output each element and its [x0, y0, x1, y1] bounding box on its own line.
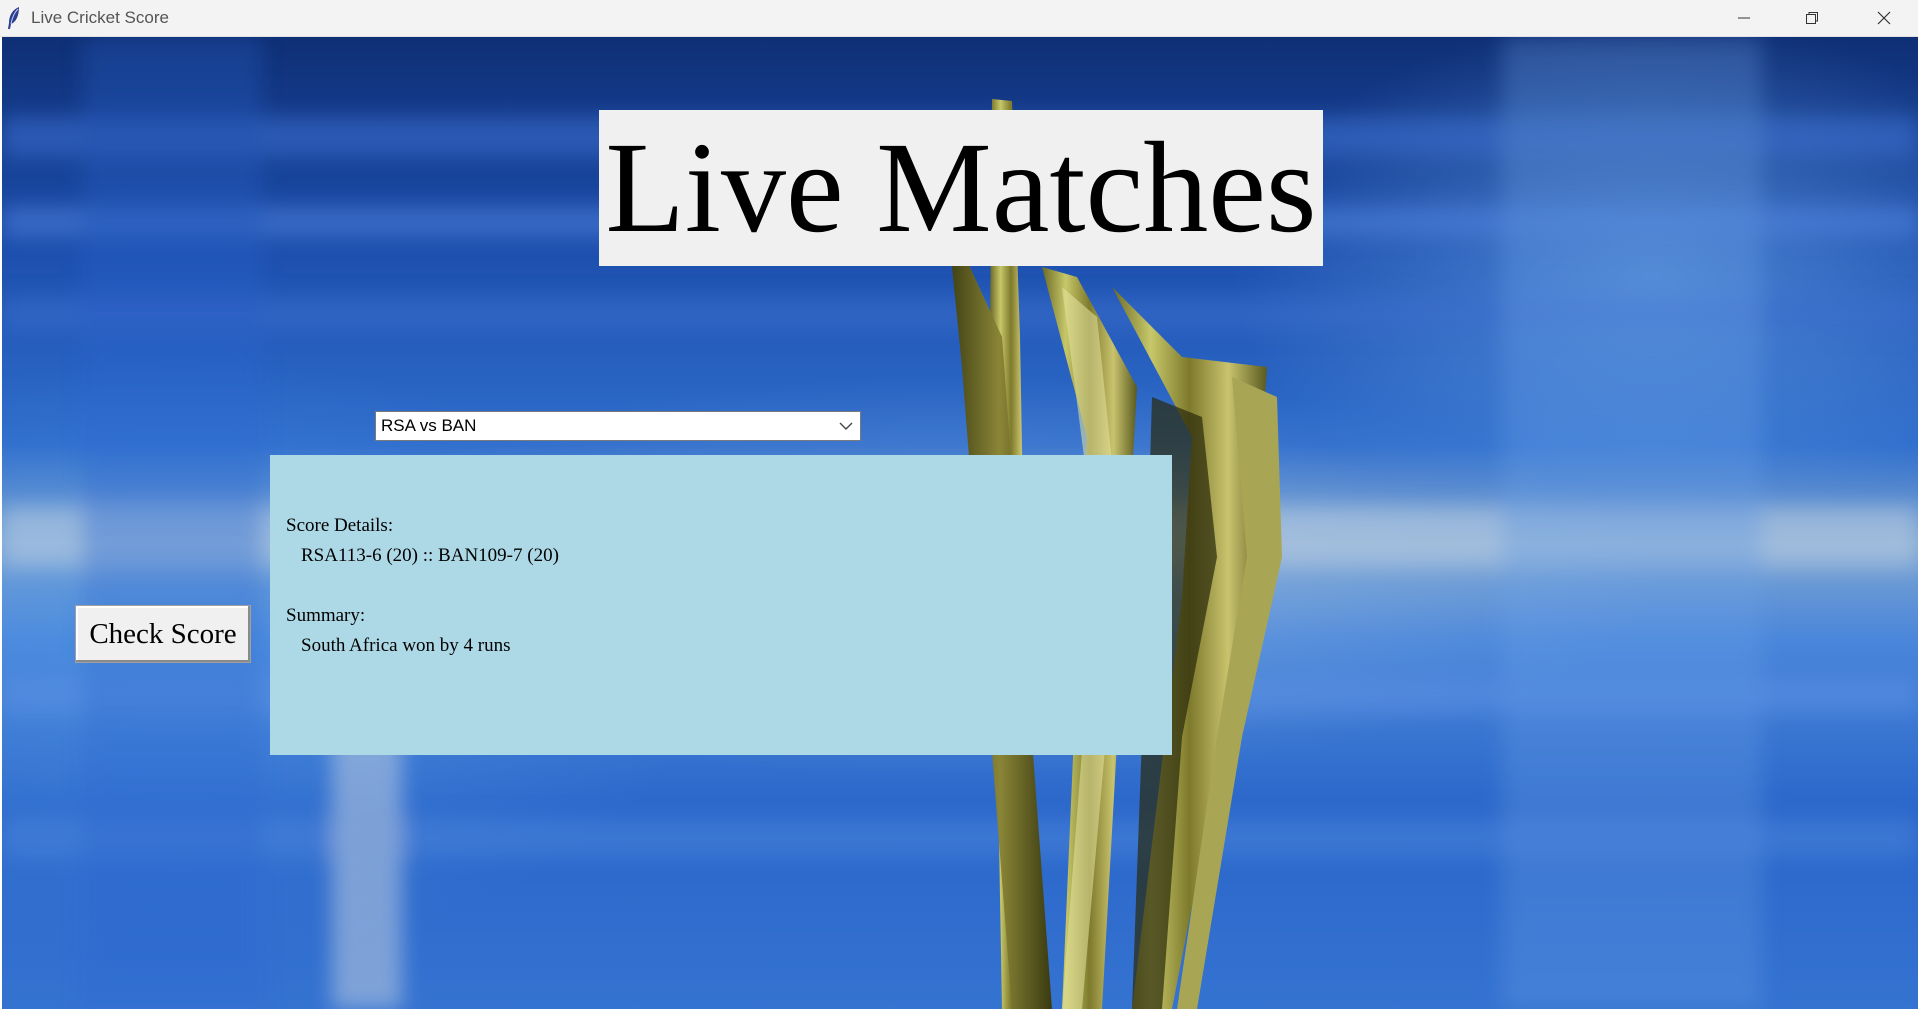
- title-bar[interactable]: Live Cricket Score: [0, 0, 1918, 37]
- minimize-icon: [1738, 17, 1750, 19]
- summary-value: South Africa won by 4 runs: [301, 635, 511, 656]
- feather-icon: [8, 7, 19, 29]
- minimize-button[interactable]: [1710, 0, 1778, 36]
- page-title-box: Live Matches: [599, 110, 1323, 266]
- close-icon: [1877, 11, 1891, 25]
- restore-button[interactable]: [1778, 0, 1846, 36]
- score-details-label: Score Details:: [286, 515, 394, 536]
- score-details-panel: Score Details: RSA113-6 (20) :: BAN109-7…: [270, 455, 1172, 755]
- window-title: Live Cricket Score: [31, 8, 169, 27]
- match-select-value: RSA vs BAN: [381, 416, 477, 435]
- app-canvas: Live Matches RSA vs BAN Score Details: R…: [2, 37, 1918, 1009]
- summary-label: Summary:: [286, 605, 366, 626]
- close-button[interactable]: [1850, 0, 1918, 36]
- score-details-value: RSA113-6 (20) :: BAN109-7 (20): [301, 545, 559, 566]
- app-window: Live Cricket Score Live Matches RSA vs B…: [0, 0, 1918, 1009]
- check-score-button[interactable]: Check Score: [75, 605, 251, 663]
- match-select[interactable]: RSA vs BAN: [375, 411, 861, 441]
- restore-icon: [1806, 12, 1818, 24]
- chevron-down-icon[interactable]: [836, 418, 856, 434]
- page-title: Live Matches: [605, 116, 1317, 260]
